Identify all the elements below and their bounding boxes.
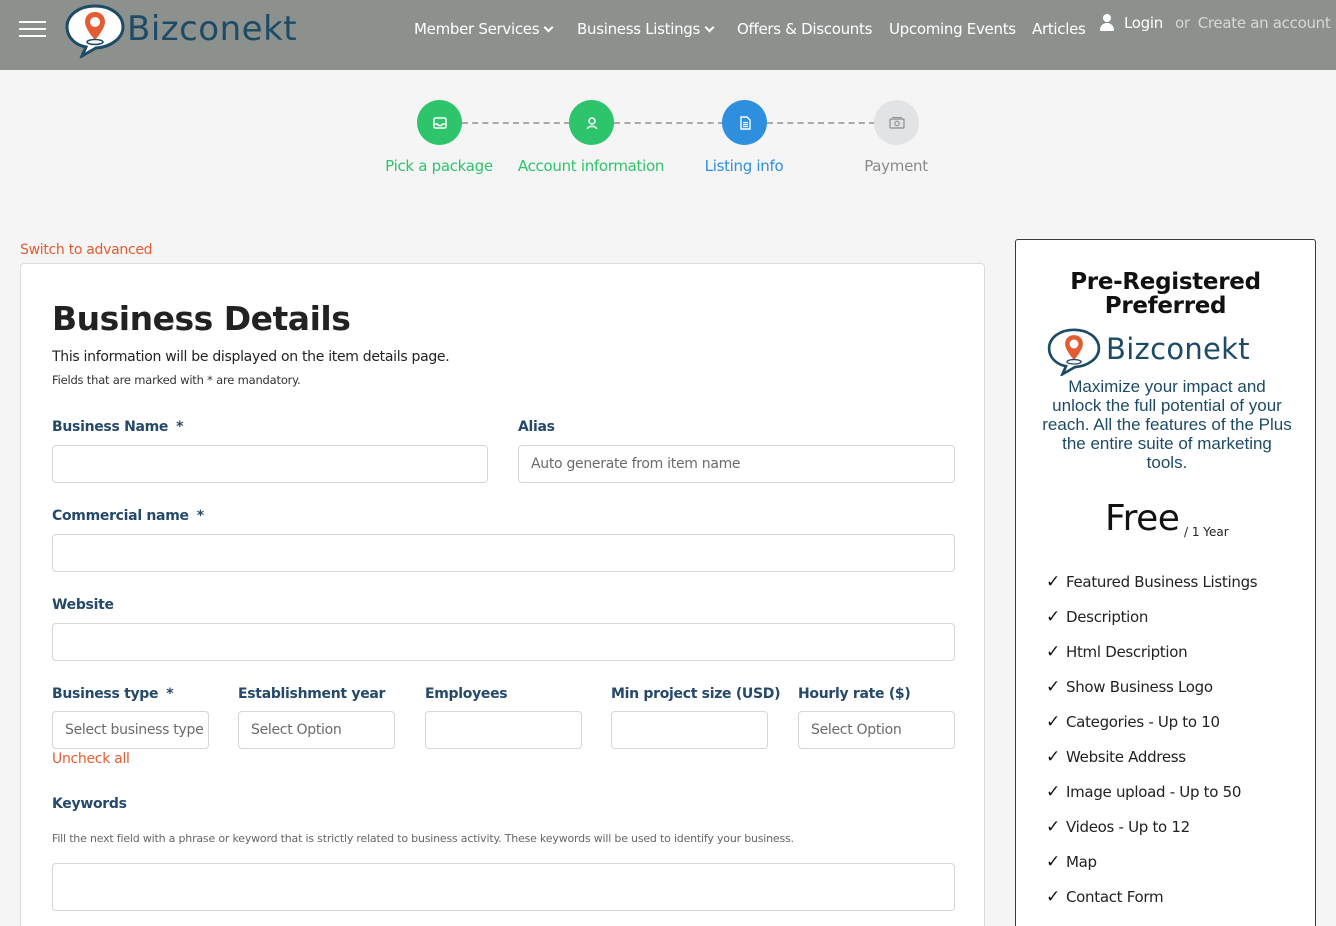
business-type-label: Business type * <box>52 686 174 702</box>
feature-item: ✓ Contact Form <box>1046 887 1164 907</box>
website-input[interactable] <box>52 623 955 661</box>
feature-item: ✓ Html Description <box>1046 642 1188 662</box>
create-account-link[interactable]: Create an account <box>1198 14 1331 32</box>
commercial-name-label: Commercial name * <box>52 508 204 524</box>
hourly-rate-label: Hourly rate ($) <box>798 686 911 702</box>
check-icon: ✓ <box>1046 852 1060 872</box>
switch-to-advanced-link[interactable]: Switch to advanced <box>20 242 153 258</box>
business-name-label: Business Name * <box>52 419 184 435</box>
keywords-input[interactable] <box>52 863 955 911</box>
feature-item: ✓ Image upload - Up to 50 <box>1046 782 1242 802</box>
nav-offers-discounts[interactable]: Offers & Discounts <box>737 20 872 38</box>
uncheck-all-link[interactable]: Uncheck all <box>52 751 130 767</box>
chevron-down-icon <box>704 22 715 33</box>
check-icon: ✓ <box>1046 607 1060 627</box>
top-header: Bizconekt Member Services Business Listi… <box>0 0 1336 70</box>
nav-member-services[interactable]: Member Services <box>414 20 554 38</box>
feature-item: ✓ Show Business Logo <box>1046 677 1213 697</box>
or-text: or <box>1174 14 1190 32</box>
check-icon: ✓ <box>1046 642 1060 662</box>
min-project-size-input[interactable] <box>611 711 768 749</box>
hourly-rate-select[interactable]: Select Option <box>798 711 955 749</box>
site-logo[interactable]: Bizconekt <box>64 4 314 58</box>
package-description: Maximize your impact and unlock the full… <box>1042 377 1292 472</box>
check-icon: ✓ <box>1046 712 1060 732</box>
min-project-size-label: Min project size (USD) <box>611 686 781 702</box>
step-connector <box>462 122 570 124</box>
business-name-input[interactable] <box>52 445 488 483</box>
package-title: Pre-Registered Preferred <box>1016 270 1315 318</box>
check-icon: ✓ <box>1046 572 1060 592</box>
inbox-icon <box>432 116 447 129</box>
step-connector <box>767 122 875 124</box>
required-marker: * <box>176 419 184 435</box>
establishment-year-select[interactable]: Select Option <box>238 711 395 749</box>
brand-name: Bizconekt <box>127 9 298 49</box>
speech-bubble-pin-icon <box>1047 328 1101 376</box>
mandatory-note: Fields that are marked with * are mandat… <box>52 373 301 387</box>
user-icon <box>1099 14 1115 32</box>
business-type-select[interactable]: Select business type <box>52 711 209 749</box>
package-price: Free <box>1105 498 1180 539</box>
step-payment[interactable] <box>874 100 919 145</box>
package-logo: Bizconekt <box>1046 328 1286 376</box>
check-icon: ✓ <box>1046 817 1060 837</box>
required-marker: * <box>166 686 174 702</box>
step-payment-label[interactable]: Payment <box>864 157 928 175</box>
package-title-line1: Pre-Registered <box>1070 269 1261 295</box>
check-icon: ✓ <box>1046 747 1060 767</box>
nav-business-listings[interactable]: Business Listings <box>577 20 715 38</box>
login-link[interactable]: Login <box>1124 14 1163 32</box>
chevron-down-icon <box>543 22 554 33</box>
feature-item: ✓ Website Address <box>1046 747 1186 767</box>
commercial-name-input[interactable] <box>52 534 955 572</box>
feature-item: ✓ Description <box>1046 607 1149 627</box>
document-icon <box>739 115 751 130</box>
feature-item: ✓ Map <box>1046 852 1097 872</box>
nav-business-listings-label: Business Listings <box>577 20 701 38</box>
package-summary-card: Pre-Registered Preferred Bizconekt Maxim… <box>1015 239 1316 926</box>
website-label: Website <box>52 597 114 613</box>
nav-articles[interactable]: Articles <box>1032 20 1086 38</box>
employees-input[interactable] <box>425 711 582 749</box>
step-account-information[interactable] <box>569 100 614 145</box>
nav-member-services-label: Member Services <box>414 20 540 38</box>
feature-item: ✓ Videos - Up to 12 <box>1046 817 1190 837</box>
page-title: Business Details <box>52 299 351 338</box>
step-pick-package[interactable] <box>417 100 462 145</box>
form-subtitle: This information will be displayed on th… <box>52 349 450 365</box>
package-brand-name: Bizconekt <box>1106 332 1250 366</box>
nav-upcoming-events[interactable]: Upcoming Events <box>889 20 1016 38</box>
keywords-label: Keywords <box>52 796 127 812</box>
user-outline-icon <box>586 116 597 129</box>
alias-label: Alias <box>518 419 555 435</box>
speech-bubble-pin-icon <box>65 4 125 58</box>
money-icon <box>888 116 905 129</box>
check-icon: ✓ <box>1046 782 1060 802</box>
step-pick-package-label[interactable]: Pick a package <box>385 157 493 175</box>
step-account-information-label[interactable]: Account information <box>518 157 665 175</box>
establishment-year-label: Establishment year <box>238 686 386 702</box>
business-details-card: Business Details This information will b… <box>20 263 985 926</box>
check-icon: ✓ <box>1046 887 1060 907</box>
feature-item: ✓ Categories - Up to 10 <box>1046 712 1220 732</box>
menu-icon[interactable] <box>19 20 46 40</box>
employees-label: Employees <box>425 686 508 702</box>
check-icon: ✓ <box>1046 677 1060 697</box>
step-connector <box>614 122 724 124</box>
alias-input[interactable]: Auto generate from item name <box>518 445 955 483</box>
package-period: / 1 Year <box>1184 525 1229 539</box>
account-links: Login or Create an account <box>1099 14 1331 32</box>
required-marker: * <box>196 508 204 524</box>
keywords-help-text: Fill the next field with a phrase or key… <box>52 832 794 845</box>
step-listing-info[interactable] <box>722 100 767 145</box>
package-title-line2: Preferred <box>1104 293 1227 319</box>
package-feature-list: ✓ Featured Business Listings ✓ Description… <box>1046 572 1258 923</box>
step-listing-info-label[interactable]: Listing info <box>705 157 784 175</box>
feature-item: ✓ Featured Business Listings <box>1046 572 1258 592</box>
